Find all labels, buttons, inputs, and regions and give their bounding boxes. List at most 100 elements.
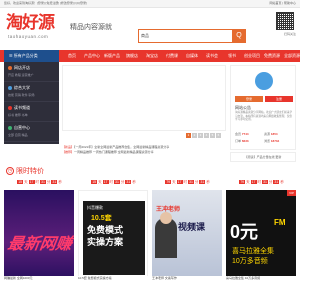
product-headline: 喜马拉雅全集 <box>232 248 274 255</box>
product-subline: 视频课 <box>178 222 206 232</box>
sidebar-item-sub: 技能 营销 软件 职场 <box>8 93 35 97</box>
site-slogan: 精品内容源就 <box>70 24 112 31</box>
banner-dot[interactable]: 6 <box>216 133 221 138</box>
timer-seconds: 31 <box>125 180 132 184</box>
countdown-timer: 15 天 17 时 31 分 31 秒 <box>17 180 62 184</box>
product-image[interactable]: 王冲老师 视频课 <box>152 190 222 278</box>
top-bar: 您好，欢迎来到淘好源！[登录] [免费注册] [修改登录] [QQ登录] 网站首… <box>0 0 300 8</box>
product-card[interactable]: 最新网赚 网赚最新 全网1000元 <box>4 190 74 280</box>
nav-item-paid[interactable]: 付费课 <box>162 50 182 62</box>
countdown-timer: 15 天 17 时 31 分 31 秒 <box>91 180 136 184</box>
sidebar-item-self[interactable]: 自营中心 全部 自营 精品 <box>4 122 59 142</box>
search-button[interactable]: Q <box>232 29 246 43</box>
stat-value: 7744 <box>241 132 249 136</box>
product-name[interactable]: 喜马拉雅全集 10万多音频 <box>226 276 296 280</box>
banner-dot[interactable]: 4 <box>204 133 209 138</box>
banner-dot[interactable]: 2 <box>192 133 197 138</box>
timer-minutes: 31 <box>188 180 194 184</box>
timer-seconds: 31 <box>51 180 58 184</box>
nav-item-flagship[interactable]: 旗舰店 <box>122 50 142 62</box>
nav-item-getbook[interactable]: 领书 <box>222 50 242 62</box>
product-card[interactable]: 抖音爆款 10.5套 免费模式 实操方案 10.5套 免费模式实操方案 <box>78 190 148 280</box>
timer-hours: 17 <box>176 180 183 184</box>
product-image[interactable]: 最新网赚 <box>4 190 74 278</box>
login-button[interactable]: 登录 <box>235 96 263 102</box>
all-categories-button[interactable]: ☰ 所有产品分类 <box>4 50 59 62</box>
sidebar-item-label: 读书频道 <box>14 105 30 110</box>
search-category-select[interactable]: 商品 <box>141 33 149 39</box>
nav-item-free[interactable]: 免费资源 <box>262 50 282 62</box>
sidebar-item-university[interactable]: 综合大学 技能 营销 软件 职场 <box>4 82 59 102</box>
main-banner[interactable] <box>62 65 226 131</box>
product-subline: 实操方案 <box>87 237 124 247</box>
user-panel: 登录 注册 网站公告 淘好源精品资源分享网站，欢迎广大朋友们前来学习交流，本站所… <box>230 65 296 150</box>
search-input[interactable] <box>157 32 229 41</box>
top-links[interactable]: 网站首页 | 帮助中心 <box>270 0 296 7</box>
banner-dot[interactable]: 3 <box>198 133 203 138</box>
flash-sale-title: ◷ 限时特价 <box>6 166 44 176</box>
book-icon <box>8 106 12 110</box>
vip-badge: VIP <box>287 190 296 196</box>
sidebar-item-reading[interactable]: 读书频道 好书 推荐 书单 <box>4 102 59 122</box>
timer-hours: 17 <box>28 180 35 184</box>
news-text: 【一周2021年】全新全网最新产品推荐合集，全网最新精品课程资源分享 <box>74 145 170 149</box>
person-face <box>160 212 172 224</box>
qr-code <box>276 12 294 30</box>
nav-items: 首页 产品中心 新版产品 旗舰店 淘宝店 付费课 自媒体 读书会 领书 创业项目… <box>62 50 302 62</box>
stat-label: 资源 <box>264 132 271 136</box>
search-box: 商品 Q <box>138 29 246 43</box>
product-headline: 最新网赚 <box>6 236 73 253</box>
category-sidebar: 网店开店 开店 教程 运营推广 综合大学 技能 营销 软件 职场 读书频道 好书… <box>4 62 59 144</box>
nav-item-all[interactable]: 全部资源 <box>282 50 302 62</box>
site-stats: 会员 7744 资源 1854 订单 6633 浏览 18734 <box>235 132 293 143</box>
store-icon <box>8 126 12 130</box>
stat-value: 1854 <box>270 132 278 136</box>
sidebar-item-sub: 全部 自营 精品 <box>8 133 28 137</box>
stat-item: 浏览 18734 <box>264 139 293 143</box>
nav-item-startup[interactable]: 创业项目 <box>242 50 262 62</box>
product-card[interactable]: VIP 0元 FM 喜马拉雅全集 10万多音频 喜马拉雅全集 10万多音频 <box>226 190 296 280</box>
nav-item-new[interactable]: 新版产品 <box>102 50 122 62</box>
product-card[interactable]: 王冲老师 视频课 王冲老师 文案写作 <box>152 190 222 280</box>
stat-label: 会员 <box>235 132 242 136</box>
stat-item: 会员 7744 <box>235 132 264 136</box>
stat-item: 订单 6633 <box>235 139 264 143</box>
timer-hours: 17 <box>102 180 109 184</box>
register-button[interactable]: 注册 <box>265 96 293 102</box>
nav-item-products[interactable]: 产品中心 <box>82 50 102 62</box>
avatar <box>255 72 273 90</box>
product-price: 0元 <box>230 222 259 242</box>
product-name[interactable]: 王冲老师 文案写作 <box>152 276 222 280</box>
product-image[interactable]: 抖音爆款 10.5套 免费模式 实操方案 <box>78 190 148 278</box>
product-name[interactable]: 网赚最新 全网1000元 <box>4 276 74 280</box>
nav-item-taobao[interactable]: 淘宝店 <box>142 50 162 62</box>
nav-item-home[interactable]: 首页 <box>62 50 82 62</box>
banner-dot[interactable]: 5 <box>210 133 215 138</box>
nav-item-media[interactable]: 自媒体 <box>182 50 202 62</box>
product-image[interactable]: VIP 0元 FM 喜马拉雅全集 10万多音频 <box>226 190 296 278</box>
stat-label: 浏览 <box>264 139 271 143</box>
nav-item-books[interactable]: 读书会 <box>202 50 222 62</box>
product-name[interactable]: 10.5套 免费模式实操方案 <box>78 276 148 280</box>
shop-icon <box>8 66 12 70</box>
stat-label: 订单 <box>235 139 242 143</box>
sidebar-item-label: 自营中心 <box>14 125 30 130</box>
sidebar-item-shop[interactable]: 网店开店 开店 教程 运营推广 <box>4 62 59 82</box>
timer-seconds: 31 <box>273 180 280 184</box>
welcome-text: 您好，欢迎来到淘好源！[登录] [免费注册] [修改登录] [QQ登录] <box>4 1 87 5</box>
qr-label: 扫码关注 <box>283 32 296 36</box>
news-item[interactable]: 【推荐】一周精品推荐 一周热门课程推荐 全网最新精品课程资源分享 <box>62 150 226 155</box>
timer-minutes: 31 <box>40 180 46 184</box>
stat-value: 6633 <box>241 139 249 143</box>
site-domain: taohaoyuan.com <box>8 34 49 39</box>
banner-dot[interactable]: 1 <box>186 133 191 138</box>
countdown-timer: 79 天 17 时 31 分 31 秒 <box>165 180 210 184</box>
product-tag: FM <box>274 218 286 227</box>
site-logo[interactable]: 淘好源 <box>6 14 55 32</box>
product-subline: 10万多音频 <box>232 258 268 265</box>
sidebar-item-label: 综合大学 <box>14 85 30 90</box>
timer-hours: 17 <box>250 180 257 184</box>
timer-days: 79 <box>239 180 246 184</box>
read-link[interactable]: 【阅读】产品分量在线 更新 <box>230 152 296 162</box>
news-list: 【新品】【一周2021年】全新全网最新产品推荐合集，全网最新精品课程资源分享 【… <box>62 145 226 155</box>
